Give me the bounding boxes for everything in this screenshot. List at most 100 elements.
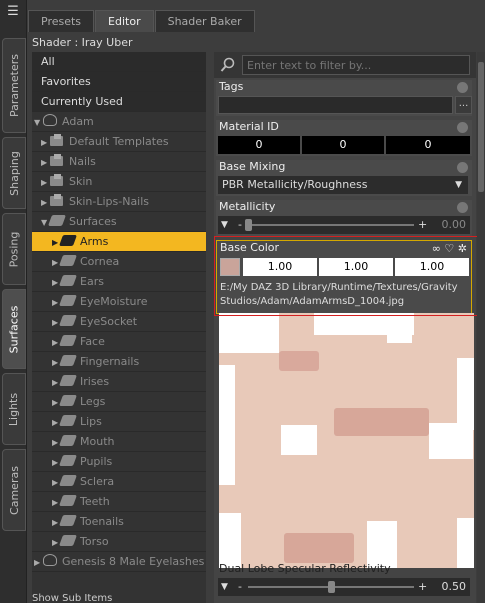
gear-icon[interactable]	[457, 82, 468, 93]
search-icon[interactable]	[220, 57, 236, 73]
tree-folder[interactable]: ▶ Skin	[32, 172, 206, 192]
tree-item-surface[interactable]: ▶ Face	[32, 332, 206, 352]
tree-item-surface[interactable]: ▶ EyeMoisture	[32, 292, 206, 312]
filter-bar	[214, 52, 476, 78]
collapsed-arrow-icon[interactable]: ▶	[41, 173, 50, 193]
pane-menu-icon[interactable]: ☰	[3, 3, 23, 21]
tree-item-surface[interactable]: ▶ EyeSocket	[32, 312, 206, 332]
tags-property: Tags ...	[216, 80, 472, 116]
base-color-g[interactable]: 1.00	[319, 258, 393, 276]
base-mixing-select[interactable]: PBR Metallicity/Roughness ▼	[218, 176, 468, 194]
tree-item-all[interactable]: All	[32, 52, 206, 72]
slider-track[interactable]	[248, 224, 414, 226]
show-sub-items-checkbox[interactable]: Show Sub Items	[32, 593, 112, 603]
texture-patch	[367, 521, 397, 568]
base-color-r[interactable]: 1.00	[243, 258, 317, 276]
material-id-g[interactable]: 0	[302, 136, 384, 154]
texture-preview-image	[219, 313, 474, 568]
tree-folder[interactable]: ▶ Default Templates	[32, 132, 206, 152]
side-tab-lights[interactable]: Lights	[2, 373, 26, 445]
tree-item-surface[interactable]: ▶ Sclera	[32, 472, 206, 492]
tree-item-surface[interactable]: ▶ Ears	[32, 272, 206, 292]
texture-patch	[219, 313, 279, 353]
expand-arrow-icon[interactable]: ▼	[221, 578, 228, 596]
collapsed-arrow-icon[interactable]: ▶	[41, 133, 50, 153]
minus-icon[interactable]: -	[238, 216, 242, 233]
filter-input[interactable]	[242, 55, 470, 75]
base-mixing-label: Base Mixing	[219, 160, 286, 173]
side-tab-surfaces[interactable]: Surfaces	[2, 289, 26, 369]
plus-icon[interactable]: +	[418, 216, 427, 233]
side-tab-shaping[interactable]: Shaping	[2, 137, 26, 209]
side-tab-cameras[interactable]: Cameras	[2, 449, 26, 531]
tree-item-surface[interactable]: ▶ Toenails	[32, 512, 206, 532]
tree-item-arms-selected[interactable]: ▶ Arms	[32, 232, 206, 252]
material-id-b[interactable]: 0	[386, 136, 470, 154]
texture-detail	[334, 408, 429, 436]
link-icon[interactable]: ∞	[432, 242, 441, 255]
tree-item-favorites[interactable]: Favorites	[32, 72, 206, 92]
tags-field[interactable]	[218, 96, 453, 114]
folder-icon	[50, 154, 64, 166]
tree-item-surface[interactable]: ▶ Legs	[32, 392, 206, 412]
base-color-b[interactable]: 1.00	[395, 258, 469, 276]
tree-item-surface[interactable]: ▶ Torso	[32, 532, 206, 552]
surface-icon	[58, 315, 78, 326]
tree-item-surface[interactable]: ▶ Lips	[32, 412, 206, 432]
texture-thumbnail[interactable]	[220, 258, 240, 276]
tree-item-surface[interactable]: ▶ Pupils	[32, 452, 206, 472]
tree-item-surface[interactable]: ▶ Fingernails	[32, 352, 206, 372]
surface-icon	[58, 375, 78, 386]
metallicity-label: Metallicity	[219, 200, 276, 213]
side-tab-parameters[interactable]: Parameters	[2, 38, 26, 133]
gear-icon[interactable]	[457, 162, 468, 173]
expand-arrow-icon[interactable]: ▼	[221, 216, 228, 234]
surface-icon	[58, 515, 78, 526]
surface-icon	[58, 335, 78, 346]
slider-thumb[interactable]	[245, 219, 252, 231]
tree-item-surfaces[interactable]: ▼ Surfaces	[32, 212, 206, 232]
tree-item-surface[interactable]: ▶ Cornea	[32, 252, 206, 272]
tree-item-surface[interactable]: ▶ Irises	[32, 372, 206, 392]
dual-lobe-value[interactable]: 0.50	[442, 578, 467, 596]
gear-icon[interactable]	[457, 122, 468, 133]
texture-patch	[457, 518, 474, 568]
properties-scrollbar[interactable]	[477, 52, 485, 603]
base-color-label: Base Color	[220, 241, 280, 254]
tree-folder[interactable]: ▶ Skin-Lips-Nails	[32, 192, 206, 212]
heart-icon[interactable]: ♡	[444, 242, 454, 255]
scrollbar-thumb[interactable]	[478, 62, 484, 192]
material-id-r[interactable]: 0	[218, 136, 300, 154]
tree-item-surface[interactable]: ▶ Teeth	[32, 492, 206, 512]
metallicity-value[interactable]: 0.00	[442, 216, 467, 234]
expanded-arrow-icon[interactable]: ▼	[34, 113, 43, 133]
tab-editor[interactable]: Editor	[95, 10, 154, 32]
metallicity-slider[interactable]: ▼ - + 0.00	[218, 216, 470, 234]
texture-path-tooltip: E:/My DAZ 3D Library/Runtime/Textures/Gr…	[220, 282, 458, 307]
collapsed-arrow-icon[interactable]: ▶	[41, 153, 50, 173]
tab-shader-baker[interactable]: Shader Baker	[154, 10, 255, 32]
dual-lobe-label: Dual Lobe Specular Reflectivity	[219, 562, 391, 575]
collapsed-arrow-icon[interactable]: ▶	[41, 193, 50, 213]
tree-folder[interactable]: ▶ Nails	[32, 152, 206, 172]
base-color-property: Base Color ∞ ♡ ✲ 1.00 1.00 1.00 E:/My DA…	[216, 240, 472, 314]
collapsed-arrow-icon[interactable]: ▶	[34, 553, 43, 573]
dual-lobe-slider[interactable]: ▼ - + 0.50	[218, 578, 470, 596]
gear-icon[interactable]	[457, 202, 468, 213]
tags-browse-button[interactable]: ...	[455, 96, 472, 114]
tree-item-figure-adam[interactable]: ▼ Adam	[32, 112, 206, 132]
tree-item-surface[interactable]: ▶ Mouth	[32, 432, 206, 452]
plus-icon[interactable]: +	[418, 578, 427, 595]
surface-icon	[58, 535, 78, 546]
tags-label: Tags	[219, 80, 244, 93]
texture-patch	[457, 358, 474, 430]
slider-thumb[interactable]	[328, 581, 335, 593]
tab-presets[interactable]: Presets	[28, 10, 95, 32]
top-tabs: Presets Editor Shader Baker	[28, 10, 256, 32]
texture-detail	[284, 533, 354, 563]
side-tab-posing[interactable]: Posing	[2, 213, 26, 285]
tree-item-figure-eyelashes[interactable]: ▶ Genesis 8 Male Eyelashes	[32, 552, 206, 572]
gear-icon[interactable]: ✲	[458, 242, 467, 255]
minus-icon[interactable]: -	[238, 578, 242, 595]
tree-item-currently-used[interactable]: Currently Used	[32, 92, 206, 112]
